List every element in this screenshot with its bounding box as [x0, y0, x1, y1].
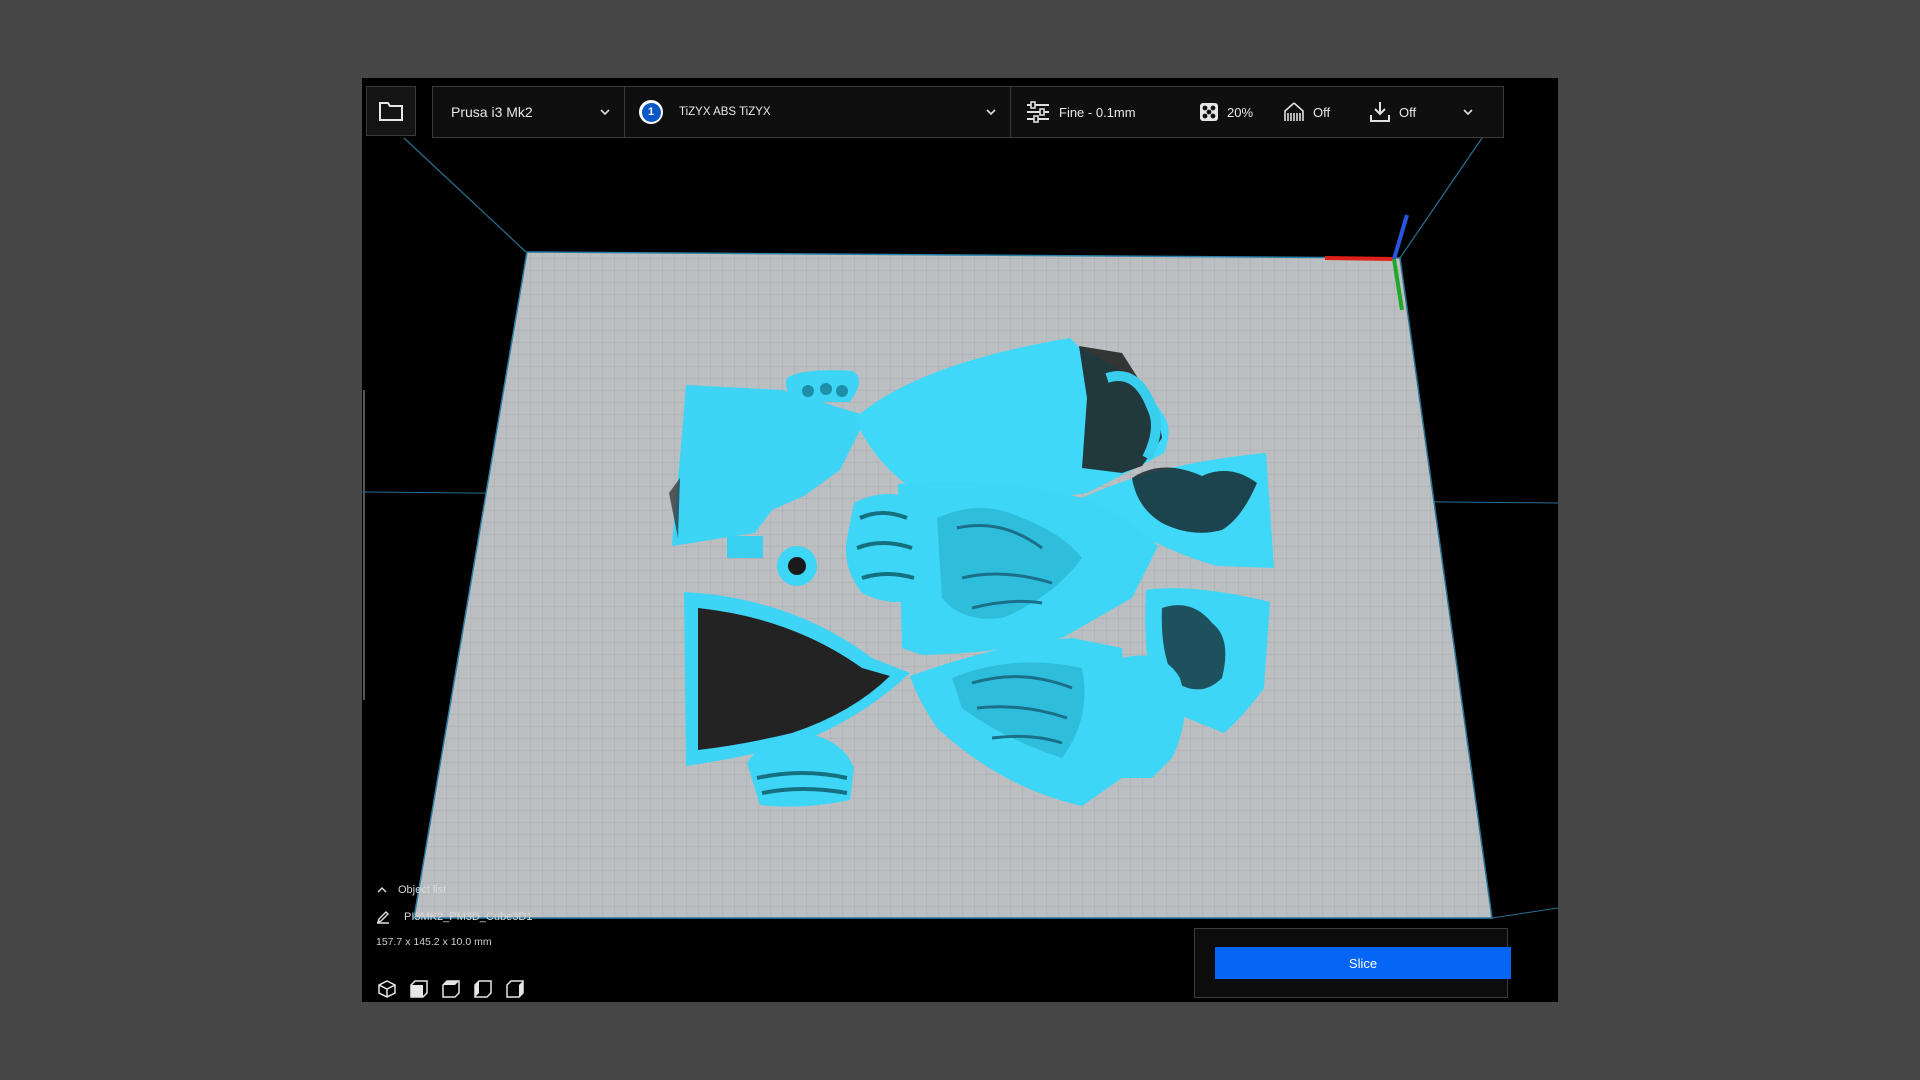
- view-top-button[interactable]: [440, 978, 462, 1000]
- open-file-button[interactable]: [366, 86, 416, 136]
- support-setting: Off: [1283, 101, 1369, 123]
- view-front-icon: [410, 980, 428, 998]
- view-right-icon: [506, 980, 524, 998]
- chevron-down-icon: [1463, 109, 1473, 116]
- view-3d-button[interactable]: [376, 978, 398, 1000]
- view-orientation-bar: [376, 978, 526, 1000]
- settings-sliders-icon: [1027, 101, 1049, 123]
- view-top-icon: [442, 980, 460, 998]
- chevron-up-icon: [377, 887, 387, 893]
- profile-label: Fine - 0.1mm: [1059, 104, 1136, 120]
- object-dimensions: 157.7 x 145.2 x 10.0 mm: [376, 936, 492, 948]
- volume-edge: [1399, 137, 1483, 259]
- object-name: PI3MK2_PM3D_Cube3D1: [404, 911, 533, 923]
- object-name-row[interactable]: PI3MK2_PM3D_Cube3D1: [376, 910, 636, 924]
- material-badge: 1: [639, 100, 663, 124]
- object-list-label: Object list: [398, 884, 447, 896]
- view-left-icon: [474, 980, 492, 998]
- adhesion-value: Off: [1399, 104, 1417, 120]
- top-toolbar: Prusa i3 Mk2 1 TiZYX ABS TiZYX Fine - 0.…: [366, 86, 1508, 138]
- view-3d-icon: [378, 980, 396, 998]
- view-right-button[interactable]: [504, 978, 526, 1000]
- infill-icon: [1200, 103, 1218, 121]
- view-left-button[interactable]: [472, 978, 494, 1000]
- adhesion-setting: Off: [1369, 101, 1461, 123]
- slice-panel: Slice: [1194, 928, 1511, 998]
- print-settings-selector[interactable]: Fine - 0.1mm 20% Off Off: [1011, 87, 1503, 137]
- support-icon: [1284, 102, 1304, 121]
- infill-value: 20%: [1227, 104, 1254, 120]
- support-value: Off: [1313, 104, 1331, 120]
- material-selector[interactable]: 1 TiZYX ABS TiZYX: [625, 87, 1011, 137]
- printer-name: Prusa i3 Mk2: [451, 104, 533, 120]
- material-name: TiZYX ABS TiZYX: [679, 106, 771, 118]
- printer-selector[interactable]: Prusa i3 Mk2: [433, 87, 625, 137]
- chevron-down-icon: [986, 109, 996, 116]
- z-axis: [1392, 214, 1409, 260]
- object-list-toggle[interactable]: Object list: [376, 884, 576, 896]
- infill-setting: 20%: [1199, 102, 1283, 122]
- profile-setting: Fine - 0.1mm: [1025, 101, 1199, 123]
- build-plate-viewport[interactable]: [362, 78, 1558, 1002]
- folder-icon: [379, 102, 403, 121]
- slice-button[interactable]: Slice: [1215, 947, 1511, 979]
- x-axis: [1324, 256, 1395, 261]
- pencil-icon: [376, 911, 389, 924]
- adhesion-icon: [1370, 102, 1390, 122]
- cura-window: Prusa i3 Mk2 1 TiZYX ABS TiZYX Fine - 0.…: [362, 78, 1558, 1002]
- view-front-button[interactable]: [408, 978, 430, 1000]
- chevron-down-icon: [600, 109, 610, 116]
- machine-settings-bar: Prusa i3 Mk2 1 TiZYX ABS TiZYX Fine - 0.…: [432, 86, 1504, 138]
- volume-edge: [403, 137, 527, 253]
